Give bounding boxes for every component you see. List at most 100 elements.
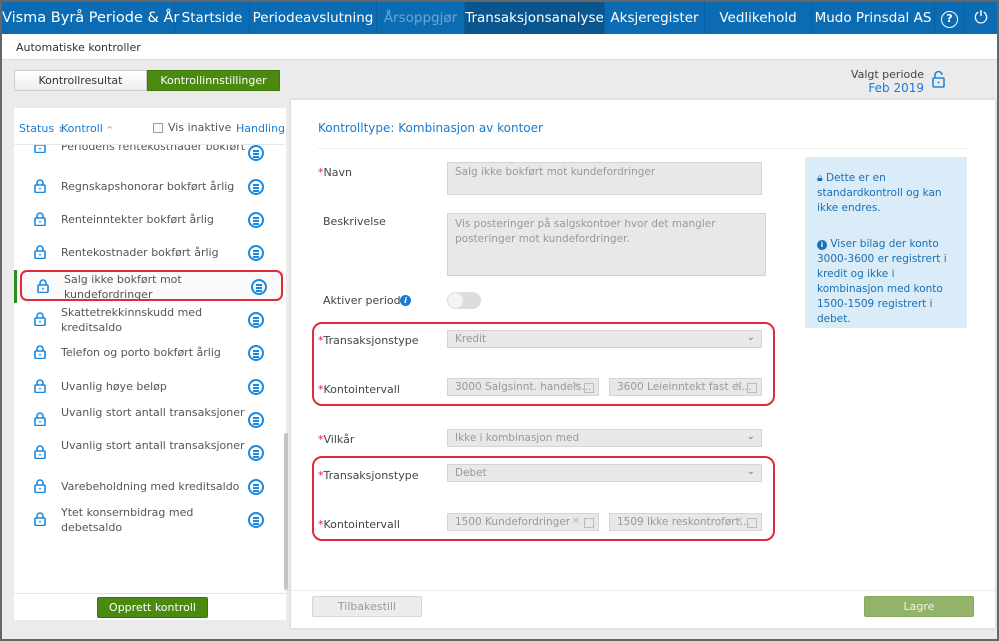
konto-from-field[interactable]: 3000 Salgsinnt. handels... ✕: [447, 378, 599, 396]
opprett-kontroll-button[interactable]: Opprett kontroll: [97, 597, 208, 618]
vilkar-label: *Vilkår: [318, 433, 355, 446]
nav-transaksjonsanalyse[interactable]: Transaksjonsanalyse: [465, 2, 605, 34]
form-title: Kontrolltype: Kombinasjon av kontoer: [318, 121, 543, 135]
transaksjonstype-select[interactable]: Kredit ⌄: [447, 330, 762, 348]
lagre-button[interactable]: Lagre: [864, 596, 974, 617]
scrollbar[interactable]: [284, 433, 288, 590]
beskrivelse-field[interactable]: Vis posteringer på salgskontoer hvor det…: [447, 213, 766, 276]
toggle-knob: [448, 293, 463, 308]
help-icon[interactable]: ?: [935, 2, 965, 34]
transaksjonstype-label: *Transaksjonstype: [318, 334, 419, 347]
lock-icon: [34, 245, 46, 259]
aktiver-periode-label: Aktiver periode: [323, 294, 408, 307]
lookup-icon[interactable]: [747, 518, 757, 528]
info-icon[interactable]: i: [400, 295, 411, 306]
menu-icon[interactable]: [248, 212, 264, 228]
list-item-label: Uvanlig høye beløp: [61, 380, 167, 393]
top-nav: Visma Byrå Periode & År Startside Period…: [2, 2, 997, 34]
lock-notice: 🔒︎ Dette er en standardkontroll og kan i…: [817, 172, 942, 214]
sort-asc-icon: ^: [106, 125, 114, 134]
list-item[interactable]: Uvanlig stort antall transaksjoner: [14, 436, 285, 469]
chevron-down-icon: ⌄: [746, 431, 755, 442]
konto-to-field[interactable]: 3600 Leieinntekt fast ei... ✕: [609, 378, 762, 396]
nav-periodeavslutning[interactable]: Periodeavslutning: [250, 2, 377, 34]
divider: [14, 593, 285, 594]
checkbox[interactable]: [153, 122, 163, 133]
lookup-icon[interactable]: [584, 518, 594, 528]
transaksjonstype-label: *Transaksjonstype: [318, 469, 419, 482]
konto-from-field[interactable]: 1500 Kundefordringer ✕: [447, 513, 599, 531]
handling-column-header: Handling: [236, 122, 286, 135]
menu-icon[interactable]: [248, 179, 264, 195]
aktiver-periode-toggle[interactable]: [447, 292, 481, 309]
vis-inaktive-checkbox[interactable]: Vis inaktive: [153, 121, 231, 134]
vilkar-select[interactable]: Ikke i kombinasjon med ⌄: [447, 429, 762, 447]
power-icon[interactable]: ⏻: [965, 2, 997, 34]
list-item[interactable]: Uvanlig stort antall transaksjoner: [14, 403, 285, 436]
menu-icon[interactable]: [248, 345, 264, 361]
beskrivelse-label: Beskrivelse: [323, 215, 386, 228]
konto-to-field[interactable]: 1509 Ikke reskontroført... ✕: [609, 513, 762, 531]
kontroll-column-header[interactable]: Kontroll ^: [61, 122, 113, 135]
list-item-label: Varebeholdning med kreditsaldo: [61, 480, 240, 493]
lock-icon: [34, 479, 46, 493]
menu-icon[interactable]: [248, 445, 264, 461]
lock-icon: [34, 145, 46, 153]
lock-icon: [34, 179, 46, 193]
lock-icon: [34, 345, 46, 359]
list-item-label: Skattetrekkinnskudd med kreditsaldo: [61, 306, 203, 334]
list-item[interactable]: Uvanlig høye beløp: [14, 370, 285, 403]
menu-icon[interactable]: [248, 479, 264, 495]
kontointervall-label: *Kontointervall: [318, 383, 400, 396]
menu-icon[interactable]: [248, 312, 264, 328]
company-selector[interactable]: Mudo Prinsdal AS: [812, 2, 935, 34]
clear-icon[interactable]: ✕: [572, 516, 580, 527]
list-item-label: Regnskapshonorar bokført årlig: [61, 180, 235, 193]
nav-startside[interactable]: Startside: [175, 2, 250, 34]
menu-icon[interactable]: [248, 512, 264, 528]
lock-icon: [34, 312, 46, 326]
lock-icon: [34, 512, 46, 526]
transaksjonstype-select[interactable]: Debet ⌄: [447, 464, 762, 482]
list-item[interactable]: Ytet konsernbidrag med debetsaldo: [14, 503, 285, 536]
nav-vedlikehold[interactable]: Vedlikehold: [705, 2, 812, 34]
list-item[interactable]: Rentekostnader bokført årlig: [14, 236, 285, 269]
lock-icon: 🔒︎: [817, 172, 823, 184]
lock-icon: [34, 379, 46, 393]
info-icon: i: [817, 240, 827, 250]
list-item[interactable]: Telefon og porto bokført årlig: [14, 336, 285, 369]
divider: [318, 148, 968, 149]
menu-icon[interactable]: [248, 245, 264, 261]
nav-arsoppgjor[interactable]: Årsoppgjør: [377, 2, 465, 34]
list-item-label: Uvanlig stort antall transaksjoner: [61, 406, 245, 419]
nav-aksjeregister[interactable]: Aksjeregister: [605, 2, 705, 34]
status-column-header[interactable]: Status ⇕: [19, 122, 64, 135]
tilbakestill-button[interactable]: Tilbakestill: [312, 596, 422, 617]
clear-icon[interactable]: ✕: [735, 516, 743, 527]
lookup-icon[interactable]: [584, 383, 594, 393]
list-item[interactable]: Varebeholdning med kreditsaldo: [14, 470, 285, 503]
info-box: 🔒︎ Dette er en standardkontroll og kan i…: [805, 157, 967, 328]
list-item[interactable]: Periodens rentekostnader bokført: [14, 145, 285, 161]
clear-icon[interactable]: ✕: [735, 381, 743, 392]
chevron-down-icon: ⌄: [746, 466, 755, 477]
lock-icon: [34, 412, 46, 426]
clear-icon[interactable]: ✕: [572, 381, 580, 392]
menu-icon[interactable]: [248, 379, 264, 395]
list-item-label: Telefon og porto bokført årlig: [61, 346, 221, 359]
menu-icon[interactable]: [248, 145, 264, 161]
app-title[interactable]: Visma Byrå Periode & År: [2, 2, 179, 34]
tab-kontrollresultat[interactable]: Kontrollresultat: [14, 70, 147, 91]
lookup-icon[interactable]: [747, 383, 757, 393]
period-label: Valgt periode: [850, 68, 924, 81]
list-item[interactable]: Renteinntekter bokført årlig: [14, 203, 285, 236]
list-item[interactable]: Regnskapshonorar bokført årlig: [14, 170, 285, 203]
period-value: Feb 2019: [868, 81, 924, 95]
navn-field[interactable]: Salg ikke bokført mot kundefordringer: [447, 162, 762, 195]
list-item[interactable]: Skattetrekkinnskudd med kreditsaldo: [14, 303, 285, 336]
menu-icon[interactable]: [248, 412, 264, 428]
unlock-icon[interactable]: [932, 70, 945, 88]
tab-kontrollinnstillinger[interactable]: Kontrollinnstillinger: [147, 70, 280, 91]
list-item-label: Rentekostnader bokført årlig: [61, 246, 219, 259]
selected-highlight: [20, 270, 283, 301]
